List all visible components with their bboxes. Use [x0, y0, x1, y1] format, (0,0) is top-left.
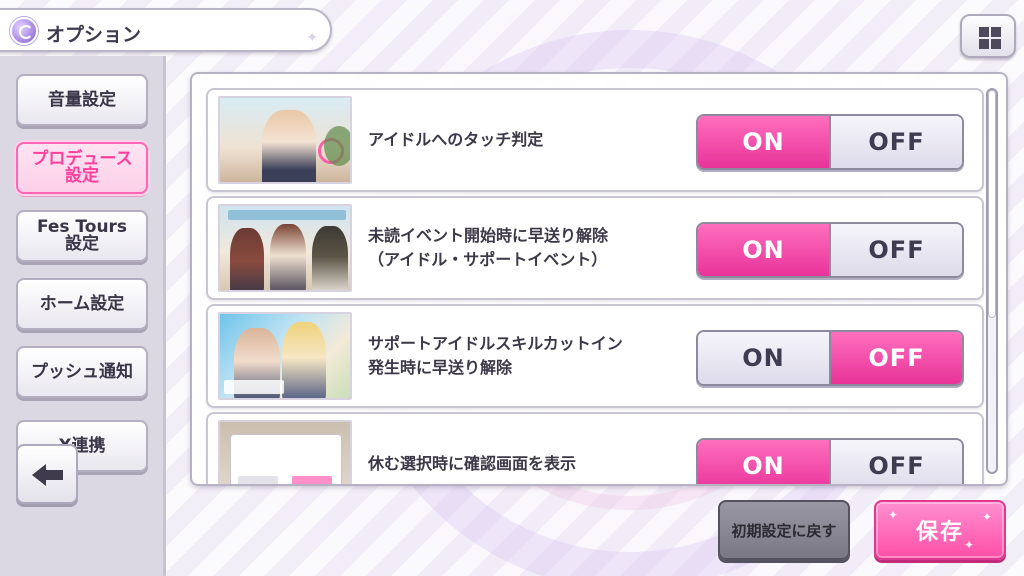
toggle-on-button[interactable]: ON	[698, 440, 829, 484]
toggle-on-button[interactable]: ON	[698, 116, 829, 168]
toggle-on-button[interactable]: ON	[698, 332, 829, 384]
toggle-rest-confirm: ON OFF	[696, 438, 964, 484]
sidebar-item-fes-tours[interactable]: Fes Tours 設定	[16, 210, 148, 262]
header-bar: オプション ✦	[0, 8, 332, 52]
save-button-label: 保存	[915, 520, 964, 545]
setting-label: アイドルへのタッチ判定	[368, 130, 544, 149]
toggle-skill-cutin: ON OFF	[696, 330, 964, 386]
page-title: オプション	[46, 24, 142, 46]
toggle-on-button[interactable]: ON	[698, 224, 829, 276]
toggle-off-button[interactable]: OFF	[829, 440, 962, 484]
sidebar-item-produce[interactable]: プロデュース 設定	[16, 142, 148, 194]
toggle-off-button[interactable]: OFF	[829, 116, 962, 168]
setting-row-touch: アイドルへのタッチ判定 ON OFF	[206, 88, 984, 192]
toggle-off-button[interactable]: OFF	[829, 332, 962, 384]
toggle-touch: ON OFF	[696, 114, 964, 170]
setting-thumbnail	[218, 312, 352, 400]
setting-label: 休む選択時に確認画面を表示	[368, 454, 577, 473]
setting-row-skill-cutin: サポートアイドルスキルカットイン 発生時に早送り解除 ON OFF	[206, 304, 984, 408]
setting-thumbnail	[218, 96, 352, 184]
sparkle-icon: ✦	[888, 508, 901, 522]
setting-label: サポートアイドルスキルカットイン 発生時に早送り解除	[368, 334, 623, 377]
sidebar-item-home[interactable]: ホーム設定	[16, 278, 148, 330]
reset-defaults-button[interactable]: 初期設定に戻す	[718, 500, 850, 560]
scrollbar[interactable]	[986, 88, 998, 474]
sparkle-icon: ✦	[981, 510, 994, 524]
sidebar-item-label: 音量設定	[48, 89, 116, 110]
sidebar-item-label: プロデュース 設定	[31, 149, 133, 186]
sidebar-item-label: プッシュ通知	[31, 361, 133, 382]
sidebar-item-volume[interactable]: 音量設定	[16, 74, 148, 126]
back-arrow-icon	[32, 464, 46, 486]
sidebar-item-label: Fes Tours 設定	[36, 217, 128, 254]
setting-row-unread-event: 未読イベント開始時に早送り解除 （アイドル・サポートイベント） ON OFF	[206, 196, 984, 300]
sidebar-item-push[interactable]: プッシュ通知	[16, 346, 148, 398]
save-button[interactable]: 保存 ✦ ✦ ✦	[874, 500, 1006, 560]
setting-row-rest-confirm: 休む選択時に確認画面を表示 ON OFF	[206, 412, 984, 484]
setting-thumbnail	[218, 204, 352, 292]
sidebar-item-label: ホーム設定	[39, 293, 125, 314]
toggle-unread-event: ON OFF	[696, 222, 964, 278]
setting-label: 未読イベント開始時に早送り解除 （アイドル・サポートイベント）	[368, 226, 609, 269]
toggle-off-button[interactable]: OFF	[829, 224, 962, 276]
menu-grid-button[interactable]	[960, 14, 1016, 58]
sparkle-icon: ✦	[963, 538, 976, 552]
scrollbar-thumb[interactable]	[988, 90, 996, 318]
setting-thumbnail	[218, 420, 352, 484]
sparkle-icon: ✦	[306, 30, 318, 46]
options-icon	[10, 17, 38, 45]
back-button[interactable]	[16, 444, 78, 504]
menu-grid-icon	[979, 27, 1001, 49]
settings-panel: アイドルへのタッチ判定 ON OFF 未読イベント開始時に早送り解除 （アイドル…	[190, 72, 1008, 486]
